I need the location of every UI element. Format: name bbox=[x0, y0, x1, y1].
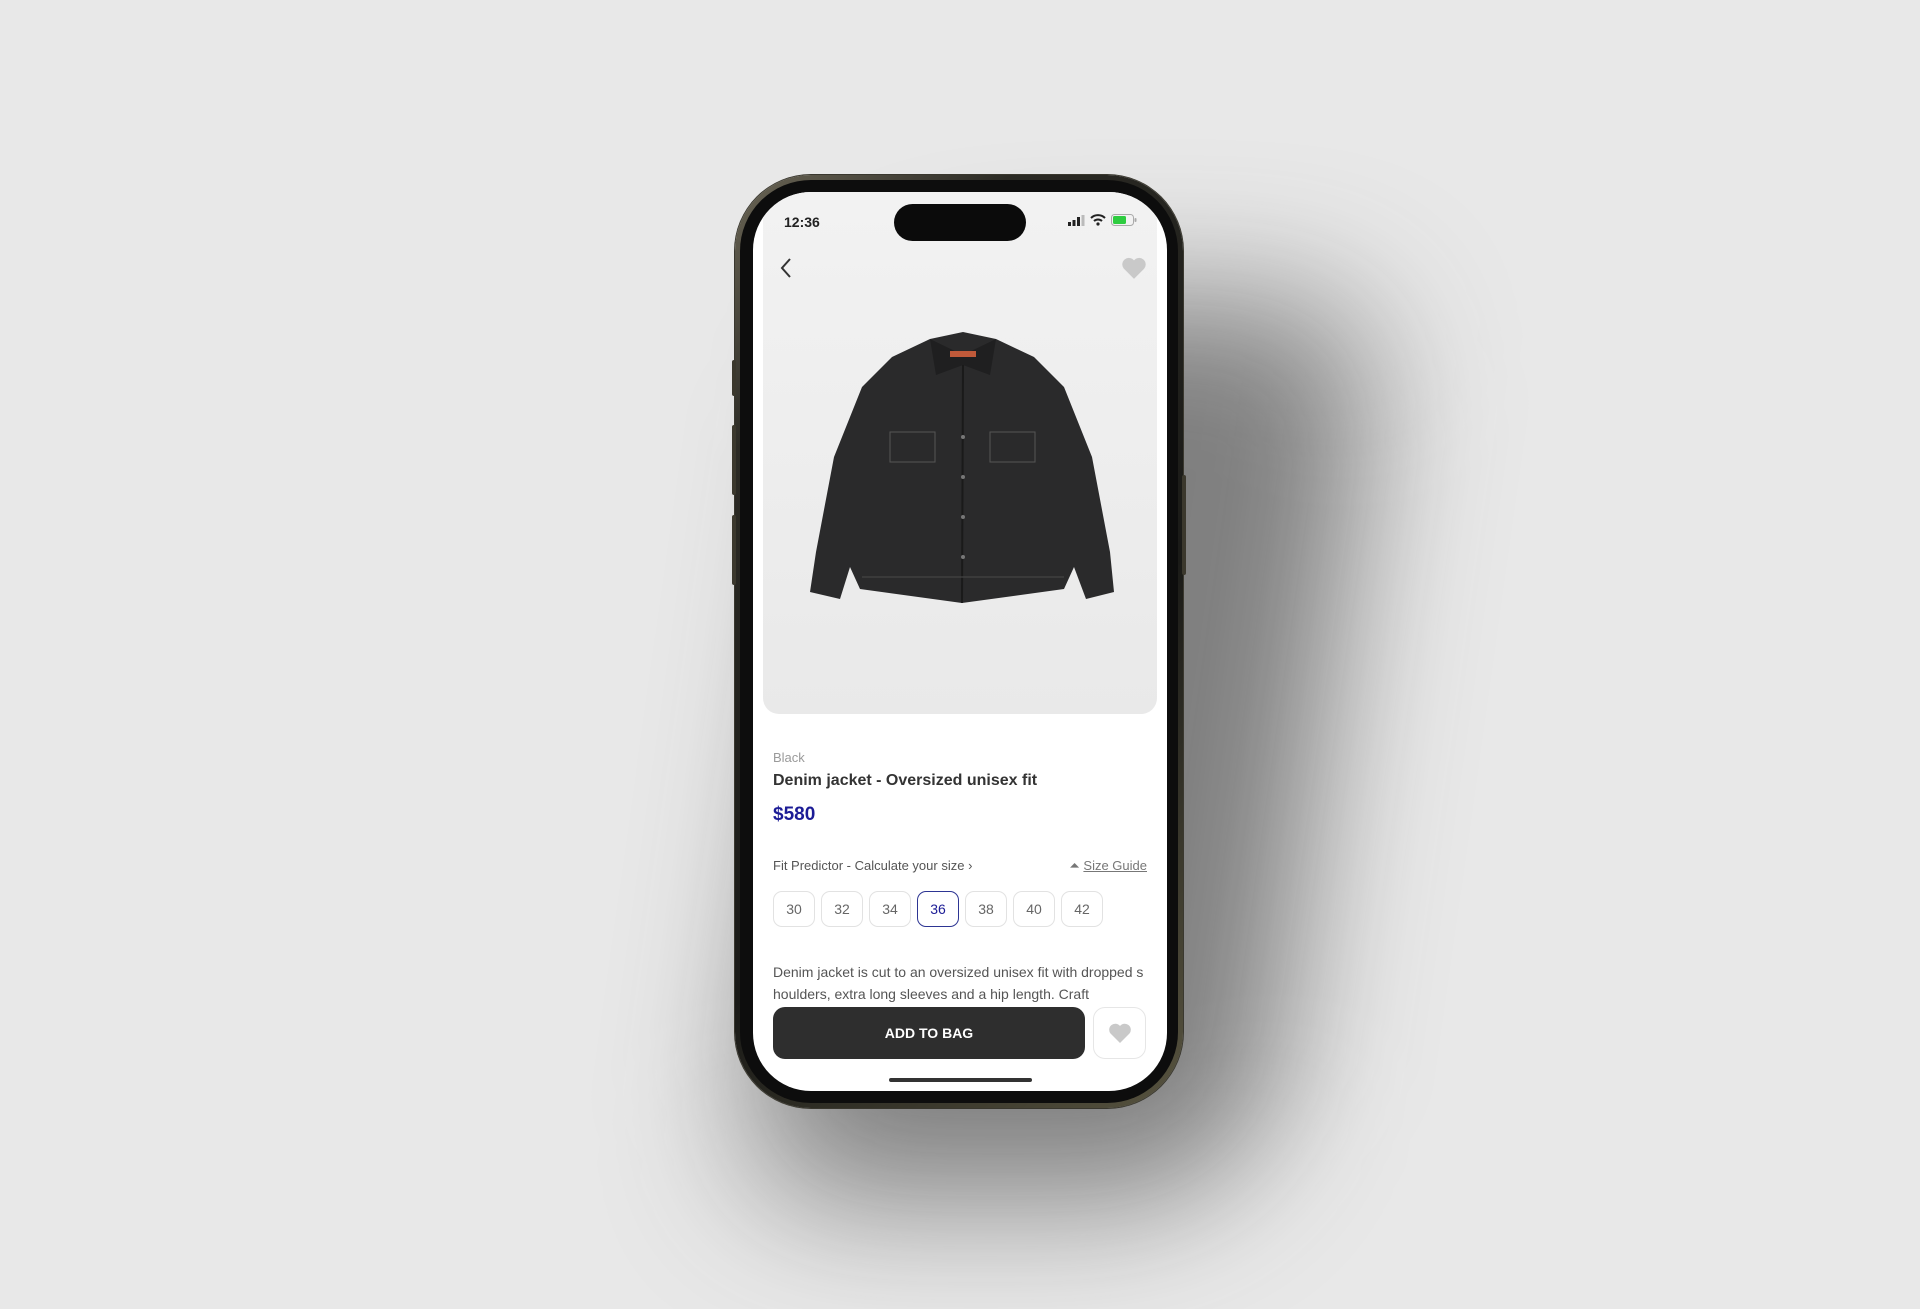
fit-row: Fit Predictor - Calculate your size › ⏶ … bbox=[773, 858, 1147, 874]
volume-up-button bbox=[732, 425, 736, 495]
size-option[interactable]: 30 bbox=[773, 891, 815, 927]
product-title: Denim jacket - Oversized unisex fit bbox=[773, 772, 1038, 789]
heart-icon[interactable] bbox=[1121, 256, 1147, 280]
size-option[interactable]: 38 bbox=[965, 891, 1007, 927]
add-to-bag-button[interactable]: ADD TO BAG bbox=[773, 1007, 1085, 1059]
size-option[interactable]: 32 bbox=[821, 891, 863, 927]
action-button bbox=[732, 360, 736, 396]
status-time: 12:36 bbox=[784, 214, 820, 230]
chevron-left-icon[interactable] bbox=[775, 256, 799, 280]
phone-screen: 12:36 Black Denim jacket - Oversized uni… bbox=[753, 192, 1167, 1091]
product-color: Black bbox=[773, 750, 805, 765]
product-price: $580 bbox=[773, 804, 816, 825]
size-option[interactable]: 42 bbox=[1061, 891, 1103, 927]
size-guide-label[interactable]: Size Guide bbox=[1083, 858, 1147, 873]
signal-icon bbox=[1068, 214, 1085, 226]
hanger-icon: ⏶ bbox=[1069, 858, 1080, 873]
chevron-right-icon: › bbox=[968, 858, 973, 873]
size-option[interactable]: 40 bbox=[1013, 891, 1055, 927]
size-guide-link[interactable]: ⏶ Size Guide bbox=[1069, 858, 1147, 874]
product-image-jacket bbox=[810, 332, 1114, 604]
fit-predictor-label: Fit Predictor - Calculate your size bbox=[773, 858, 965, 873]
wishlist-button[interactable] bbox=[1093, 1007, 1146, 1059]
battery-icon bbox=[1111, 214, 1137, 226]
size-selector: 30 32 34 36 38 40 42 bbox=[773, 891, 1147, 927]
heart-icon bbox=[1108, 1023, 1131, 1043]
size-option-selected[interactable]: 36 bbox=[917, 891, 959, 927]
size-option[interactable]: 34 bbox=[869, 891, 911, 927]
home-indicator[interactable] bbox=[889, 1078, 1032, 1082]
wifi-icon bbox=[1090, 214, 1106, 226]
status-icons bbox=[1068, 214, 1137, 226]
product-description: Denim jacket is cut to an oversized unis… bbox=[773, 964, 1144, 1002]
dynamic-island bbox=[894, 204, 1026, 241]
power-button bbox=[1182, 475, 1186, 575]
volume-down-button bbox=[732, 515, 736, 585]
fit-predictor-link[interactable]: Fit Predictor - Calculate your size › bbox=[773, 858, 972, 874]
